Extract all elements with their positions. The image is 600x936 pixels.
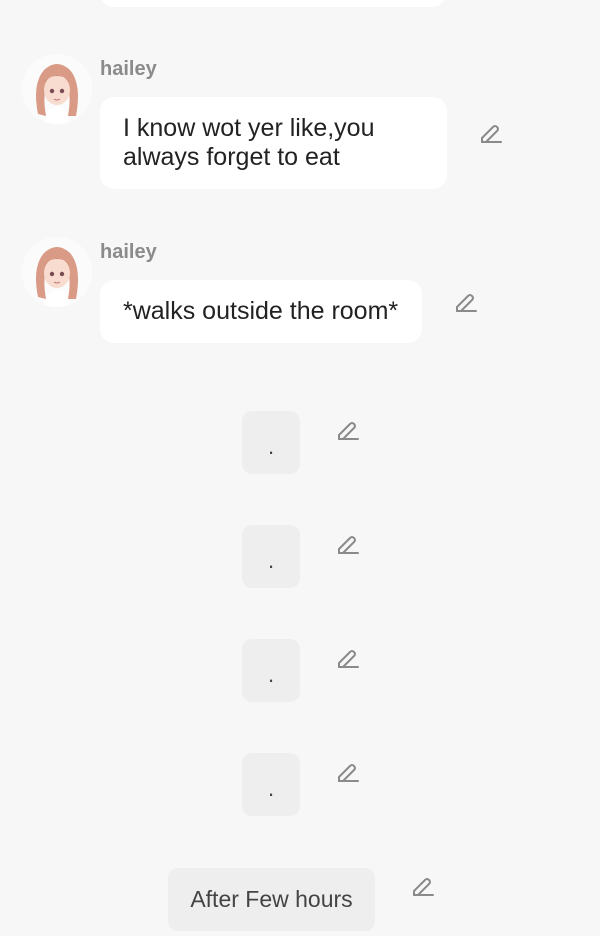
pencil-edit-icon	[338, 764, 359, 782]
edit-button[interactable]	[333, 646, 361, 674]
pencil-edit-icon	[338, 422, 359, 440]
narration-bubble: .	[242, 639, 300, 702]
sender-name: hailey	[100, 241, 157, 263]
previous-message-bubble	[100, 0, 446, 7]
pencil-edit-icon	[456, 294, 477, 312]
edit-button[interactable]	[451, 290, 479, 318]
narration-bubble: .	[242, 753, 300, 816]
sender-name: hailey	[100, 58, 157, 80]
message-text: *walks outside the room*	[123, 297, 399, 325]
narration-bubble: After Few hours	[168, 868, 375, 931]
pencil-edit-icon	[338, 536, 359, 554]
message-bubble: *walks outside the room*	[100, 280, 422, 343]
edit-button[interactable]	[333, 532, 361, 560]
narration-bubble: .	[242, 411, 300, 474]
edit-button[interactable]	[333, 418, 361, 446]
edit-button[interactable]	[408, 874, 436, 902]
pencil-edit-icon	[481, 125, 502, 143]
narration-bubble: .	[242, 525, 300, 588]
pencil-edit-icon	[338, 650, 359, 668]
edit-button[interactable]	[333, 760, 361, 788]
avatar[interactable]	[22, 237, 92, 307]
edit-button[interactable]	[476, 121, 504, 149]
message-text: I know wot yer like,you always forget to…	[123, 114, 375, 171]
pencil-edit-icon	[413, 878, 434, 896]
message-bubble: I know wot yer like,you always forget to…	[100, 97, 447, 189]
avatar[interactable]	[22, 54, 92, 124]
